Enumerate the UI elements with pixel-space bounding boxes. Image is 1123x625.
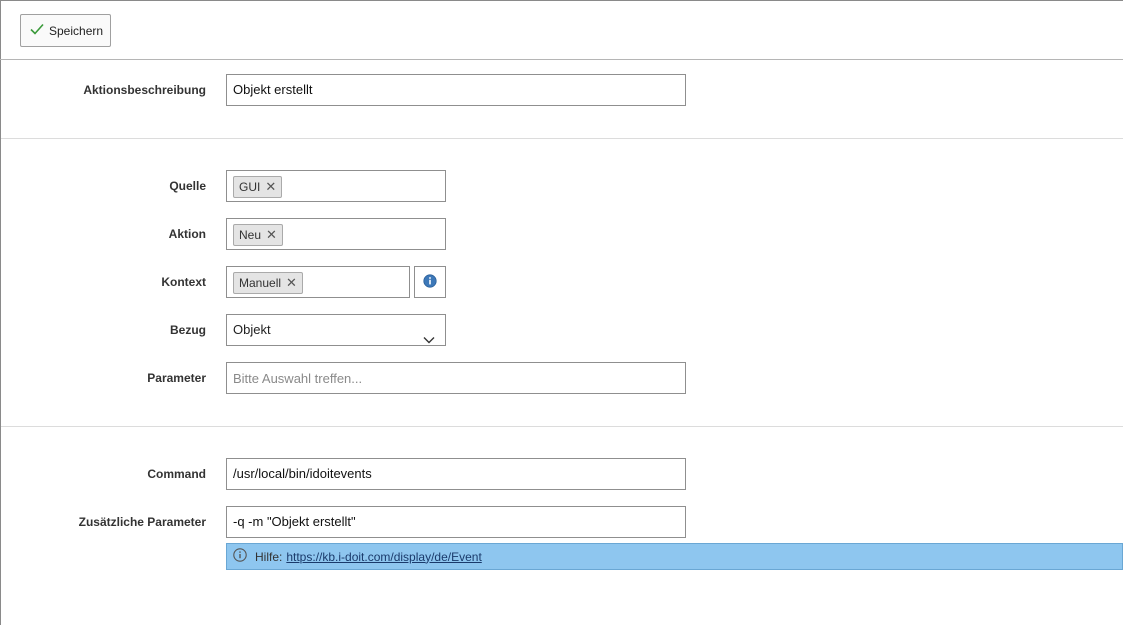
action-label: Aktion [168,227,206,241]
action-chip-label: Neu [239,228,262,242]
help-prefix: Hilfe: [255,549,283,564]
command-label: Command [147,467,206,481]
description-field[interactable]: Objekt erstellt [226,74,686,106]
context-field[interactable]: Manuell ✕ [226,266,410,298]
chevron-down-icon [423,325,435,355]
toolbar: Speichern [0,0,1123,60]
context-chip: Manuell ✕ [233,272,303,294]
reference-label: Bezug [170,323,206,337]
help-link[interactable]: https://kb.i-doit.com/display/de/Event [286,550,481,564]
source-label: Quelle [169,179,206,193]
info-icon [233,548,247,565]
action-field[interactable]: Neu ✕ [226,218,446,250]
extra-params-field[interactable]: -q -m "Objekt erstellt" [226,506,686,538]
context-chip-label: Manuell [239,276,282,290]
context-info-button[interactable] [414,266,446,298]
description-label: Aktionsbeschreibung [83,83,206,97]
action-chip: Neu ✕ [233,224,283,246]
info-icon [423,273,437,291]
save-button[interactable]: Speichern [20,14,111,47]
close-icon[interactable]: ✕ [286,275,297,291]
save-button-label: Speichern [49,23,104,38]
help-banner: Hilfe: https://kb.i-doit.com/display/de/… [226,543,1123,570]
source-chip: GUI ✕ [233,176,283,198]
section-divider [1,426,1123,427]
check-icon [29,22,49,39]
section-divider [1,138,1123,139]
close-icon[interactable]: ✕ [265,179,276,195]
parameter-input[interactable] [226,362,686,394]
reference-select[interactable]: Objekt [226,314,446,346]
extra-params-label: Zusätzliche Parameter [78,515,206,529]
reference-value: Objekt [233,322,271,337]
close-icon[interactable]: ✕ [266,227,277,243]
context-label: Kontext [161,275,206,289]
command-field[interactable]: /usr/local/bin/idoitevents [226,458,686,490]
parameter-label: Parameter [147,371,206,385]
source-chip-label: GUI [239,180,261,194]
source-field[interactable]: GUI ✕ [226,170,446,202]
